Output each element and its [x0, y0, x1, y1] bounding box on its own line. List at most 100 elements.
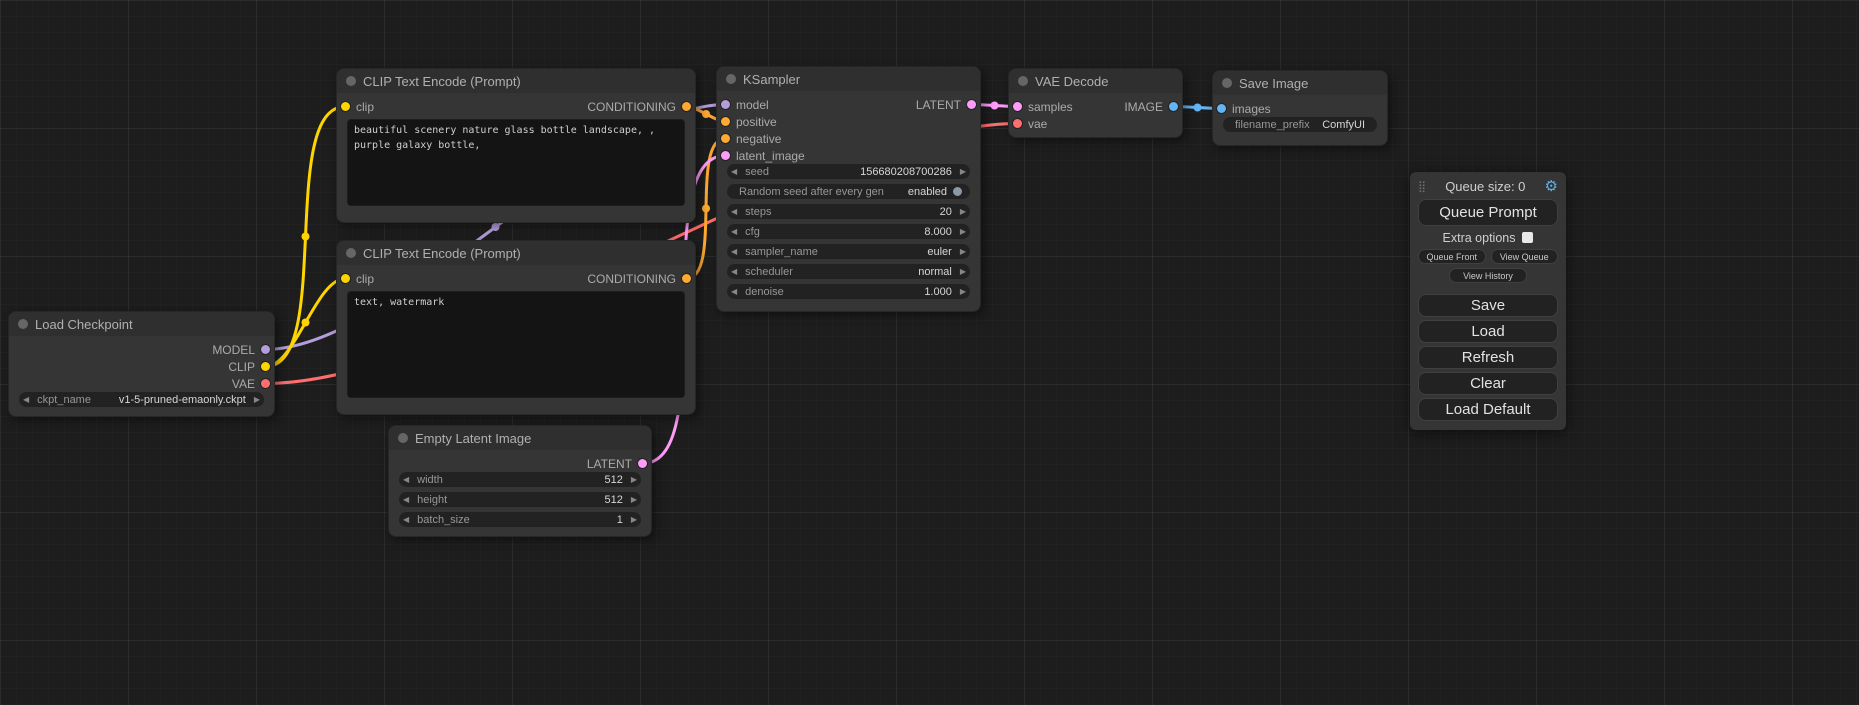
increment-arrow-icon[interactable]: ▶ — [627, 516, 641, 524]
widget-seed[interactable]: ◀seed156680208700286▶ — [727, 164, 970, 179]
collapse-dot-icon[interactable] — [398, 433, 408, 443]
decrement-arrow-icon[interactable]: ◀ — [399, 496, 413, 504]
input-slot-label: latent_image — [736, 149, 805, 163]
CLIP-output-port[interactable] — [261, 362, 270, 371]
increment-arrow-icon[interactable]: ▶ — [956, 168, 970, 176]
prompt-textarea[interactable]: text, watermark — [347, 291, 685, 398]
widget-batch-size[interactable]: ◀batch_size1▶ — [399, 512, 641, 527]
negative-input-port[interactable] — [721, 134, 730, 143]
decrement-arrow-icon[interactable]: ◀ — [399, 476, 413, 484]
slot-row: clipCONDITIONING — [337, 98, 695, 115]
LATENT-output-port[interactable] — [967, 100, 976, 109]
node-titlebar[interactable]: CLIP Text Encode (Prompt) — [337, 241, 695, 265]
node-empty-latent-image[interactable]: Empty Latent ImageLATENT◀width512▶◀heigh… — [388, 425, 652, 537]
prompt-textarea[interactable]: beautiful scenery nature glass bottle la… — [347, 119, 685, 206]
node-title-label: CLIP Text Encode (Prompt) — [363, 74, 521, 89]
queue-prompt-button[interactable]: Queue Prompt — [1418, 199, 1558, 226]
VAE-output-port[interactable] — [261, 379, 270, 388]
collapse-dot-icon[interactable] — [346, 76, 356, 86]
increment-arrow-icon[interactable]: ▶ — [627, 476, 641, 484]
refresh-button[interactable]: Refresh — [1418, 346, 1558, 369]
widget-random-seed-after-every-gen[interactable]: Random seed after every genenabled — [727, 184, 970, 199]
node-titlebar[interactable]: Load Checkpoint — [9, 312, 274, 336]
node-titlebar[interactable]: Save Image — [1213, 71, 1387, 95]
slot-row: MODEL — [9, 341, 274, 358]
decrement-arrow-icon[interactable]: ◀ — [727, 268, 741, 276]
slot-row: positive — [717, 113, 980, 130]
CONDITIONING-output-port[interactable] — [682, 102, 691, 111]
load-default-button[interactable]: Load Default — [1418, 398, 1558, 421]
increment-arrow-icon[interactable]: ▶ — [956, 248, 970, 256]
output-slot-LATENT: LATENT — [916, 98, 976, 112]
collapse-dot-icon[interactable] — [346, 248, 356, 258]
extra-options-checkbox[interactable] — [1522, 232, 1533, 243]
decrement-arrow-icon[interactable]: ◀ — [19, 396, 33, 404]
widget-value: 512 — [604, 494, 622, 506]
clear-button[interactable]: Clear — [1418, 372, 1558, 395]
widget-sampler-name[interactable]: ◀sampler_nameeuler▶ — [727, 244, 970, 259]
decrement-arrow-icon[interactable]: ◀ — [727, 228, 741, 236]
widget-filename-prefix[interactable]: filename_prefixComfyUI — [1223, 117, 1377, 132]
view-history-button[interactable]: View History — [1449, 268, 1527, 283]
widget-width[interactable]: ◀width512▶ — [399, 472, 641, 487]
vae-input-port[interactable] — [1013, 119, 1022, 128]
node-titlebar[interactable]: CLIP Text Encode (Prompt) — [337, 69, 695, 93]
model-input-port[interactable] — [721, 100, 730, 109]
increment-arrow-icon[interactable]: ▶ — [250, 396, 264, 404]
widget-cfg[interactable]: ◀cfg8.000▶ — [727, 224, 970, 239]
node-ksampler[interactable]: KSamplermodelLATENTpositivenegativelaten… — [716, 66, 981, 312]
widget-scheduler[interactable]: ◀schedulernormal▶ — [727, 264, 970, 279]
widget-height[interactable]: ◀height512▶ — [399, 492, 641, 507]
node-clip-text-encode-positive[interactable]: CLIP Text Encode (Prompt) clipCONDITIONIN… — [336, 68, 696, 223]
link-midpoint-dot — [702, 205, 710, 213]
slot-spacer — [1169, 123, 1178, 124]
node-titlebar[interactable]: VAE Decode — [1009, 69, 1182, 93]
load-button[interactable]: Load — [1418, 320, 1558, 343]
graph-canvas[interactable]: CLIP Text Encode (Prompt) clipCONDITIONIN… — [0, 0, 1859, 705]
images-input-port[interactable] — [1217, 104, 1226, 113]
decrement-arrow-icon[interactable]: ◀ — [727, 288, 741, 296]
MODEL-output-port[interactable] — [261, 345, 270, 354]
widget-denoise[interactable]: ◀denoise1.000▶ — [727, 284, 970, 299]
settings-gear-icon[interactable]: ⚙ — [1545, 177, 1558, 195]
latent_image-input-port[interactable] — [721, 151, 730, 160]
toggle-on-icon[interactable] — [953, 187, 962, 196]
collapse-dot-icon[interactable] — [1222, 78, 1232, 88]
node-titlebar[interactable]: Empty Latent Image — [389, 426, 651, 450]
clip-input-port[interactable] — [341, 274, 350, 283]
node-body: modelLATENTpositivenegativelatent_image◀… — [717, 91, 980, 311]
collapse-dot-icon[interactable] — [726, 74, 736, 84]
node-save-image[interactable]: Save Imageimagesfilename_prefixComfyUI — [1212, 70, 1388, 146]
samples-input-port[interactable] — [1013, 102, 1022, 111]
node-load-checkpoint[interactable]: Load CheckpointMODELCLIPVAE◀ckpt_namev1-… — [8, 311, 275, 417]
save-button[interactable]: Save — [1418, 294, 1558, 317]
output-slot-CONDITIONING: CONDITIONING — [587, 100, 691, 114]
widget-ckpt-name[interactable]: ◀ckpt_namev1-5-pruned-emaonly.ckpt▶ — [19, 392, 264, 407]
decrement-arrow-icon[interactable]: ◀ — [727, 208, 741, 216]
menu-drag-handle-icon[interactable]: ⣿ — [1418, 180, 1426, 193]
decrement-arrow-icon[interactable]: ◀ — [727, 168, 741, 176]
LATENT-output-port[interactable] — [638, 459, 647, 468]
increment-arrow-icon[interactable]: ▶ — [956, 268, 970, 276]
positive-input-port[interactable] — [721, 117, 730, 126]
collapse-dot-icon[interactable] — [1018, 76, 1028, 86]
view-queue-button[interactable]: View Queue — [1491, 249, 1559, 264]
input-slot-label: model — [736, 98, 769, 112]
queue-front-button[interactable]: Queue Front — [1418, 249, 1486, 264]
IMAGE-output-port[interactable] — [1169, 102, 1178, 111]
link-midpoint-dot — [302, 233, 310, 241]
clip-input-port[interactable] — [341, 102, 350, 111]
node-titlebar[interactable]: KSampler — [717, 67, 980, 91]
collapse-dot-icon[interactable] — [18, 319, 28, 329]
increment-arrow-icon[interactable]: ▶ — [956, 208, 970, 216]
decrement-arrow-icon[interactable]: ◀ — [727, 248, 741, 256]
slot-row: VAE — [9, 375, 274, 392]
increment-arrow-icon[interactable]: ▶ — [956, 228, 970, 236]
CONDITIONING-output-port[interactable] — [682, 274, 691, 283]
decrement-arrow-icon[interactable]: ◀ — [399, 516, 413, 524]
node-clip-text-encode-negative[interactable]: CLIP Text Encode (Prompt)clipCONDITIONIN… — [336, 240, 696, 415]
widget-steps[interactable]: ◀steps20▶ — [727, 204, 970, 219]
increment-arrow-icon[interactable]: ▶ — [627, 496, 641, 504]
node-vae-decode[interactable]: VAE DecodesamplesIMAGEvae — [1008, 68, 1183, 138]
increment-arrow-icon[interactable]: ▶ — [956, 288, 970, 296]
